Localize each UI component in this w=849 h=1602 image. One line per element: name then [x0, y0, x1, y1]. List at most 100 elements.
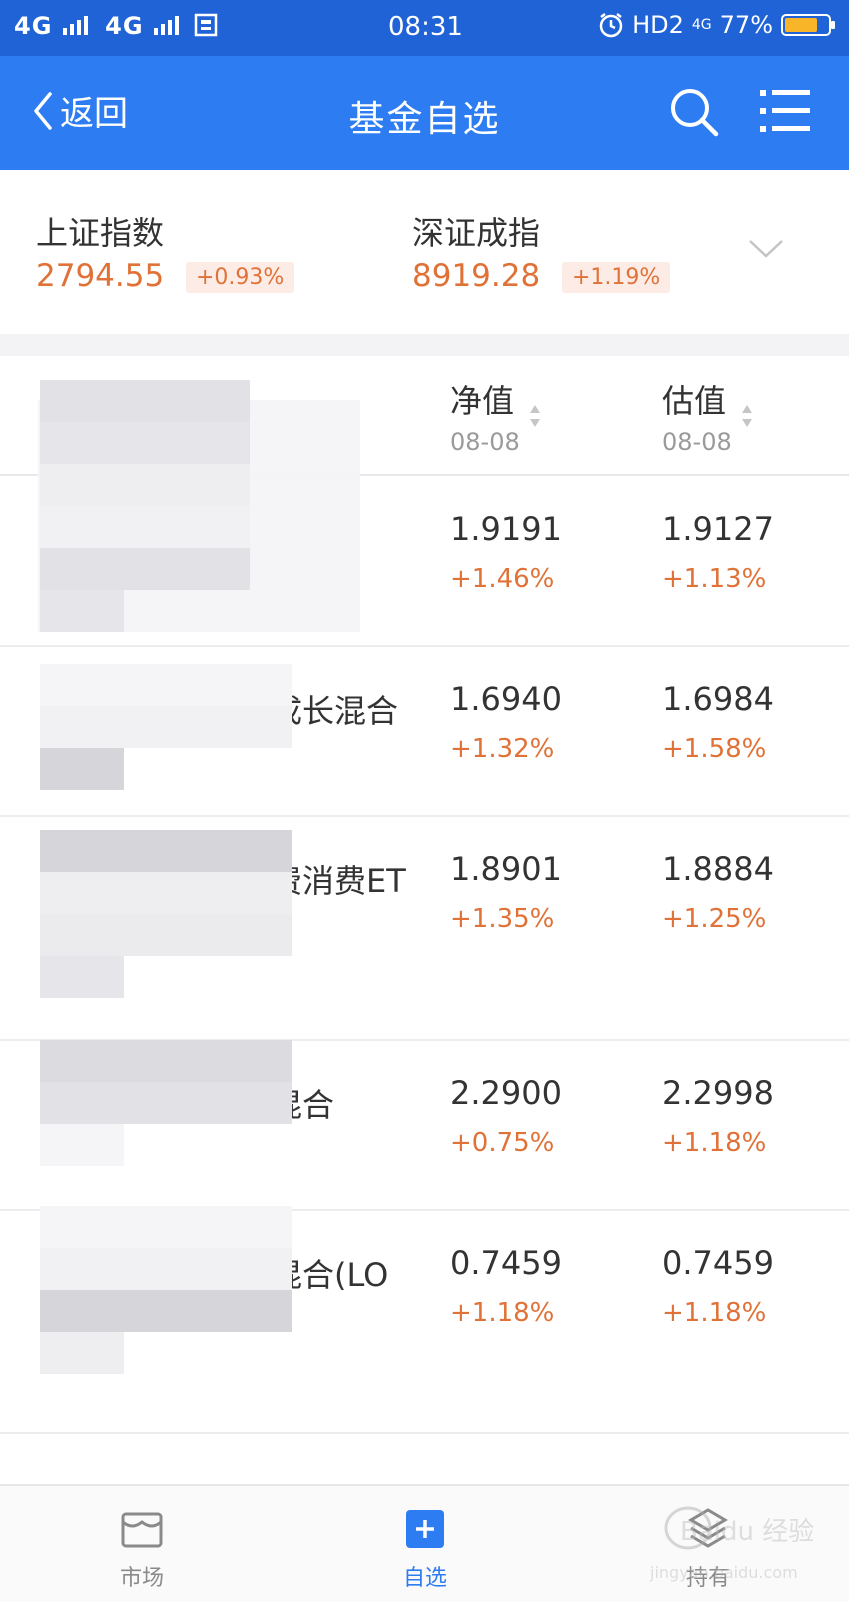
privacy-pixel	[82, 1124, 124, 1166]
privacy-pixel	[40, 872, 82, 914]
signal-bars-icon	[62, 16, 88, 35]
fund-estimate-change: +1.18%	[662, 1298, 767, 1328]
privacy-pixel	[166, 1082, 208, 1124]
privacy-pixel	[208, 506, 250, 548]
clock: 08:31	[388, 12, 463, 42]
privacy-pixel	[40, 506, 82, 548]
privacy-pixel	[40, 1124, 82, 1166]
privacy-pixel	[250, 872, 292, 914]
privacy-pixel	[250, 1040, 292, 1082]
privacy-pixel	[82, 1290, 124, 1332]
fund-estimate-change: +1.25%	[662, 904, 767, 934]
signal-indicators: 4G 4G	[14, 12, 218, 40]
list-menu-icon[interactable]	[760, 88, 810, 134]
index-value: 2794.55	[36, 258, 165, 294]
privacy-pixel	[124, 422, 166, 464]
privacy-pixel	[208, 1206, 250, 1248]
network-label: 4G	[691, 17, 712, 33]
signal-bars-icon	[153, 16, 179, 35]
fund-nav-change: +1.18%	[450, 1298, 555, 1328]
page-title: 基金自选	[348, 99, 501, 140]
privacy-pixel	[82, 1248, 124, 1290]
search-icon[interactable]	[668, 86, 720, 138]
privacy-pixel	[124, 1040, 166, 1082]
privacy-pixel	[124, 706, 166, 748]
privacy-pixel	[166, 1040, 208, 1082]
baidu-watermark: Baidu 经验 jingyan.baidu.com	[649, 1506, 814, 1582]
privacy-pixel	[82, 914, 124, 956]
column-header-nav[interactable]: 净值 08-08	[450, 376, 520, 456]
privacy-pixel	[208, 1248, 250, 1290]
privacy-pixel	[40, 380, 82, 422]
privacy-pixel	[40, 1248, 82, 1290]
privacy-pixel	[166, 380, 208, 422]
privacy-pixel	[208, 664, 250, 706]
privacy-pixel	[40, 914, 82, 956]
privacy-pixel	[124, 1290, 166, 1332]
sort-arrows-icon[interactable]	[740, 402, 754, 430]
battery-icon	[781, 14, 835, 36]
fund-nav-value: 1.6940	[450, 680, 562, 718]
privacy-pixel	[82, 1332, 124, 1374]
privacy-pixel	[124, 1206, 166, 1248]
privacy-pixel	[208, 422, 250, 464]
market-index-strip[interactable]: 上证指数 2794.55 +0.93% 深证成指 8919.28 +1.19%	[0, 170, 849, 334]
privacy-pixel	[82, 1040, 124, 1082]
privacy-pixel	[208, 830, 250, 872]
privacy-pixel	[208, 1082, 250, 1124]
fund-estimate-value: 2.2998	[662, 1074, 774, 1112]
fund-nav-value: 1.8901	[450, 850, 562, 888]
privacy-pixel	[166, 830, 208, 872]
privacy-pixel	[40, 548, 82, 590]
privacy-pixel	[82, 956, 124, 998]
index-change-badge: +0.93%	[186, 262, 295, 293]
privacy-pixel	[250, 1290, 292, 1332]
signal-label-2: 4G	[105, 12, 144, 40]
privacy-pixel	[124, 914, 166, 956]
privacy-pixel	[208, 706, 250, 748]
index-name: 上证指数	[36, 214, 165, 252]
fund-nav-change: +1.46%	[450, 564, 555, 594]
watermark-url: jingyan.baidu.com	[649, 1563, 798, 1582]
chevron-down-icon[interactable]	[748, 238, 784, 260]
watermark-text: Baidu 经验	[680, 1517, 814, 1547]
fund-estimate-value: 0.7459	[662, 1244, 774, 1282]
market-icon	[121, 1512, 163, 1548]
privacy-pixel	[82, 422, 124, 464]
privacy-pixel	[166, 548, 208, 590]
sort-arrows-icon[interactable]	[528, 402, 542, 430]
tab-market[interactable]: 市场	[82, 1506, 202, 1592]
fund-estimate-change: +1.58%	[662, 734, 767, 764]
privacy-pixel	[208, 872, 250, 914]
privacy-pixel	[166, 914, 208, 956]
privacy-pixel	[82, 380, 124, 422]
privacy-pixel	[40, 1040, 82, 1082]
fund-estimate-change: +1.18%	[662, 1128, 767, 1158]
fund-estimate-value: 1.9127	[662, 510, 774, 548]
privacy-pixel	[166, 464, 208, 506]
privacy-pixel	[40, 590, 82, 632]
privacy-pixel	[208, 914, 250, 956]
privacy-pixel	[82, 664, 124, 706]
privacy-pixel	[40, 748, 82, 790]
column-header-estimate[interactable]: 估值 08-08	[662, 376, 732, 456]
index-value: 8919.28	[412, 258, 541, 294]
nav-bar: 返回 基金自选	[0, 56, 849, 170]
fund-estimate-change: +1.13%	[662, 564, 767, 594]
privacy-pixel	[82, 872, 124, 914]
fund-nav-change: +0.75%	[450, 1128, 555, 1158]
privacy-pixel	[124, 464, 166, 506]
fund-nav-change: +1.35%	[450, 904, 555, 934]
status-bar: 4G 4G 08:31 HD2 4G 77%	[0, 0, 849, 56]
privacy-pixel	[82, 506, 124, 548]
privacy-pixel	[250, 1248, 292, 1290]
privacy-pixel	[124, 380, 166, 422]
tab-watchlist[interactable]: 自选	[365, 1506, 485, 1592]
privacy-pixel	[250, 1206, 292, 1248]
index-name: 深证成指	[412, 214, 541, 252]
privacy-pixel	[250, 830, 292, 872]
fund-nav-value: 1.9191	[450, 510, 562, 548]
privacy-pixel	[40, 956, 82, 998]
privacy-pixel	[82, 590, 124, 632]
privacy-pixel	[208, 380, 250, 422]
